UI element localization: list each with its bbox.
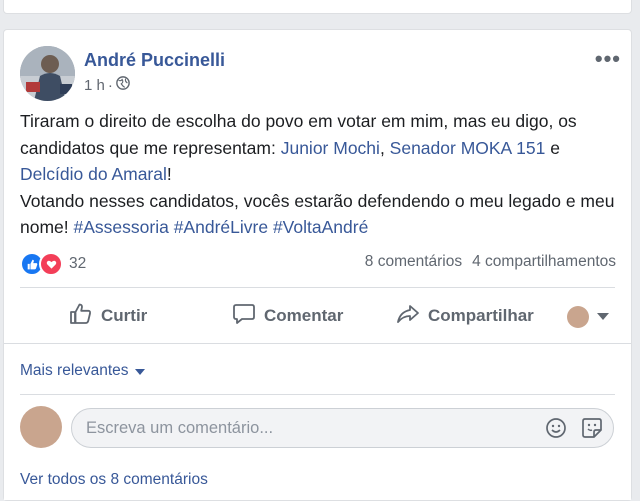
- comment-button-label: Comentar: [264, 306, 344, 325]
- share-button[interactable]: Compartilhar: [396, 292, 534, 340]
- text-separator: e: [545, 137, 560, 158]
- sort-label: Mais relevantes: [20, 362, 129, 379]
- hashtag-assessoria[interactable]: #Assessoria: [74, 217, 169, 237]
- like-button[interactable]: Curtir: [69, 292, 147, 340]
- caret-down-icon: [134, 362, 145, 380]
- thumb-icon: [69, 302, 101, 331]
- post-text: Tiraram o direito de escolha do povo em …: [20, 108, 620, 241]
- post-time[interactable]: 1 h: [84, 77, 105, 94]
- hashtag-voltaandre[interactable]: #VoltaAndré: [273, 217, 368, 237]
- author-avatar[interactable]: [20, 46, 75, 101]
- divider: [20, 394, 615, 395]
- text-exclaim: !: [166, 164, 172, 184]
- engagement-counts: 8 comentários 4 compartilhamentos: [365, 253, 616, 271]
- comments-sort-dropdown[interactable]: Mais relevantes: [20, 362, 145, 380]
- comment-bubble-icon: [232, 302, 264, 331]
- reactions-summary[interactable]: 32: [20, 252, 86, 276]
- shares-count[interactable]: 4 compartilhamentos: [472, 253, 616, 271]
- sticker-icon[interactable]: [581, 417, 603, 444]
- avatar: [20, 406, 62, 448]
- share-audience-selector[interactable]: [567, 306, 609, 328]
- mention-junior-mochi[interactable]: Junior Mochi: [281, 138, 380, 158]
- author-name[interactable]: André Puccinelli: [84, 50, 225, 71]
- post-card: André Puccinelli 1 h · ••• Tiraram o dir…: [3, 29, 632, 501]
- text-separator: ,: [379, 137, 390, 158]
- comments-section: Mais relevantes Escreva um comentário...…: [4, 343, 631, 500]
- more-options-icon[interactable]: •••: [595, 46, 621, 72]
- mention-delcidio[interactable]: Delcídio do Amaral: [20, 164, 167, 184]
- like-button-label: Curtir: [101, 306, 148, 325]
- comment-input[interactable]: Escreva um comentário...: [71, 408, 614, 448]
- hashtag-andrelivre[interactable]: #AndréLivre: [174, 217, 268, 237]
- caret-down-icon: [597, 308, 609, 326]
- avatar: [567, 306, 589, 328]
- post-meta: 1 h ·: [84, 76, 130, 94]
- comment-placeholder: Escreva um comentário...: [86, 418, 274, 437]
- reaction-count: 32: [69, 255, 87, 272]
- emoji-icon[interactable]: [545, 417, 567, 444]
- share-button-label: Compartilhar: [428, 306, 534, 325]
- post-actions: Curtir Comentar Compartilhar: [4, 292, 631, 340]
- globe-icon: [116, 76, 130, 94]
- see-all-comments-link[interactable]: Ver todos os 8 comentários: [20, 471, 208, 489]
- comment-button[interactable]: Comentar: [232, 292, 343, 340]
- mention-senador-moka[interactable]: Senador MOKA 151: [390, 138, 546, 158]
- divider: [20, 287, 615, 288]
- share-arrow-icon: [396, 302, 428, 331]
- comments-count[interactable]: 8 comentários: [365, 253, 462, 271]
- love-icon: [39, 252, 63, 276]
- meta-separator: ·: [107, 76, 113, 94]
- previous-post-card: [3, 0, 632, 14]
- comment-input-tools: [545, 417, 603, 444]
